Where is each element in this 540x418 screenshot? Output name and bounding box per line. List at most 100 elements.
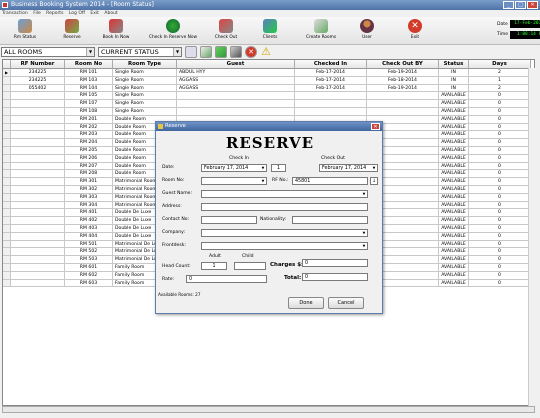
row-selector[interactable] bbox=[3, 232, 11, 241]
company-label: Company: bbox=[162, 230, 186, 235]
row-selector[interactable] bbox=[3, 264, 11, 272]
guest-name-select[interactable]: ▼ bbox=[201, 190, 368, 198]
row-selector[interactable] bbox=[3, 147, 11, 155]
row-selector[interactable] bbox=[3, 76, 11, 85]
print-icon[interactable] bbox=[230, 46, 242, 58]
table-cell: AVAILABLE bbox=[439, 154, 469, 163]
table-row[interactable]: RM 105 Single Room AVAILABLE 0 bbox=[3, 92, 534, 101]
exit-label: Exit bbox=[410, 35, 420, 40]
total-field[interactable]: 0 bbox=[302, 273, 368, 281]
row-selector[interactable] bbox=[3, 115, 11, 124]
company-select[interactable]: ▼ bbox=[201, 229, 368, 237]
user-icon bbox=[360, 19, 374, 33]
table-cell: 0 bbox=[469, 139, 531, 147]
nationality-field[interactable] bbox=[292, 216, 368, 224]
table-cell: AVAILABLE bbox=[439, 209, 469, 218]
column-header[interactable]: Checked In bbox=[295, 60, 367, 69]
row-selector[interactable] bbox=[3, 209, 11, 218]
row-selector[interactable] bbox=[3, 186, 11, 194]
user-button[interactable]: User bbox=[342, 18, 392, 44]
check-in-reserve-button[interactable]: Check In Reserve Now bbox=[143, 18, 203, 44]
reserve-button[interactable]: Reserve bbox=[47, 18, 97, 44]
row-selector[interactable] bbox=[3, 201, 11, 210]
row-selector[interactable] bbox=[3, 225, 11, 233]
table-row[interactable]: 234225 RM 103 Single Room AGGASS Feb-17-2014… bbox=[3, 76, 534, 85]
rm-status-button[interactable]: Rm Status bbox=[0, 18, 50, 44]
menu-reports[interactable]: Reports bbox=[46, 11, 63, 16]
room-no-select[interactable]: ▼ bbox=[201, 177, 267, 185]
status-filter-select[interactable]: CURRENT STATUS ▼ bbox=[98, 47, 182, 57]
maximize-button[interactable]: □ bbox=[515, 1, 526, 9]
check-out-button[interactable]: Check Out bbox=[201, 18, 251, 44]
doc-icon[interactable] bbox=[185, 46, 197, 58]
row-selector[interactable]: ▶ bbox=[3, 69, 11, 77]
exit-button[interactable]: ✕ Exit bbox=[390, 18, 440, 44]
clients-label: Clients bbox=[262, 35, 278, 40]
reserve-close-button[interactable]: ✕ bbox=[371, 123, 380, 130]
table-row[interactable]: 055402 RM 104 Single Room AGGASS Feb-17-2014… bbox=[3, 84, 534, 93]
column-header[interactable]: Guest bbox=[177, 60, 295, 69]
column-header[interactable]: Status bbox=[439, 60, 469, 69]
row-selector[interactable] bbox=[3, 154, 11, 163]
child-count-field[interactable] bbox=[234, 262, 266, 270]
rf-no-field[interactable]: 45801 bbox=[292, 177, 368, 185]
reserve-label: Reserve bbox=[63, 35, 81, 40]
row-selector[interactable] bbox=[3, 92, 11, 101]
row-selector[interactable] bbox=[3, 123, 11, 132]
row-selector[interactable] bbox=[3, 170, 11, 179]
menu-file[interactable]: File bbox=[33, 11, 41, 16]
row-selector[interactable] bbox=[3, 240, 11, 249]
row-selector[interactable] bbox=[3, 162, 11, 171]
menu-transaction[interactable]: Transaction bbox=[2, 11, 28, 16]
address-field[interactable] bbox=[201, 203, 368, 211]
column-header[interactable]: Room No bbox=[65, 60, 113, 69]
charges-field[interactable]: 0 bbox=[302, 259, 368, 267]
table-row[interactable]: ▶ 234225 RM 101 Single Room ABDUL HYY Feb-17-… bbox=[3, 69, 534, 77]
row-selector[interactable] bbox=[3, 271, 11, 280]
row-selector[interactable] bbox=[3, 108, 11, 116]
frontdesk-select[interactable]: ▼ bbox=[201, 242, 368, 250]
row-selector[interactable] bbox=[3, 131, 11, 140]
nights-spinner[interactable]: 1 bbox=[271, 164, 286, 172]
row-selector[interactable] bbox=[3, 139, 11, 147]
menu-log-off[interactable]: Log Off bbox=[69, 11, 85, 16]
row-selector[interactable] bbox=[3, 217, 11, 225]
cancel-button[interactable]: Cancel bbox=[328, 297, 364, 309]
refresh-icon[interactable] bbox=[215, 46, 227, 58]
contact-no-field[interactable] bbox=[201, 216, 257, 224]
menu-exit[interactable]: Exit bbox=[90, 11, 99, 16]
row-selector[interactable] bbox=[3, 256, 11, 264]
warning-icon[interactable]: ⚠ bbox=[260, 46, 272, 58]
row-selector[interactable] bbox=[3, 84, 11, 93]
clients-button[interactable]: Clients bbox=[245, 18, 295, 44]
menu-about[interactable]: About bbox=[104, 11, 117, 16]
done-button[interactable]: Done bbox=[288, 297, 324, 309]
delete-icon[interactable]: ✕ bbox=[245, 46, 257, 58]
create-rooms-button[interactable]: Create Rooms bbox=[296, 18, 346, 44]
row-selector[interactable] bbox=[3, 178, 11, 186]
check-out-date-picker[interactable]: February 17, 2014 ▼ bbox=[319, 164, 378, 172]
row-selector[interactable] bbox=[3, 100, 11, 108]
rf-lookup-button[interactable]: ↓ bbox=[370, 177, 378, 185]
check-in-date-picker[interactable]: February 17, 2014 ▼ bbox=[201, 164, 267, 172]
column-header[interactable]: Check Out BY bbox=[367, 60, 439, 69]
window-title: Business Booking System 2014 - [Room Sta… bbox=[11, 1, 154, 8]
table-cell: 2 bbox=[469, 69, 531, 77]
column-header[interactable]: RF Number bbox=[11, 60, 65, 69]
row-selector[interactable] bbox=[3, 193, 11, 202]
rate-field[interactable]: 0 bbox=[186, 275, 267, 283]
column-header[interactable]: Room Type bbox=[113, 60, 177, 69]
vertical-scrollbar[interactable] bbox=[528, 68, 535, 406]
horizontal-scrollbar[interactable] bbox=[2, 406, 535, 413]
minimize-button[interactable]: _ bbox=[503, 1, 514, 9]
rooms-filter-select[interactable]: ALL ROOMS ▼ bbox=[1, 47, 95, 57]
table-row[interactable]: RM 108 Single Room AVAILABLE 0 bbox=[3, 108, 534, 116]
book-in-now-button[interactable]: Book In Now bbox=[91, 18, 141, 44]
adult-count-field[interactable]: 1 bbox=[201, 262, 227, 270]
row-selector[interactable] bbox=[3, 279, 11, 288]
edit-icon[interactable] bbox=[200, 46, 212, 58]
row-selector[interactable] bbox=[3, 248, 11, 257]
column-header[interactable]: Days bbox=[469, 60, 531, 69]
table-row[interactable]: RM 107 Single Room AVAILABLE 0 bbox=[3, 100, 534, 108]
close-button[interactable]: ✕ bbox=[527, 1, 538, 9]
